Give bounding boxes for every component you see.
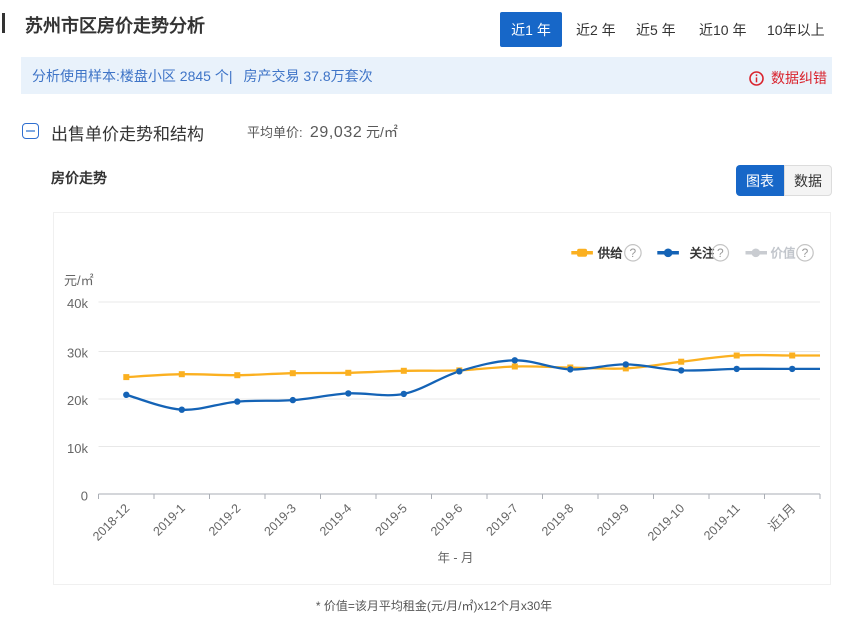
svg-text:?: ? <box>630 246 637 260</box>
svg-text:40k: 40k <box>67 296 88 311</box>
svg-text:供给: 供给 <box>597 245 624 260</box>
svg-text:30k: 30k <box>67 346 88 361</box>
svg-text:元/㎡: 元/㎡ <box>64 273 94 288</box>
svg-text:2019-7: 2019-7 <box>483 501 520 538</box>
svg-text:近1月: 近1月 <box>766 501 798 533</box>
svg-text:2019-8: 2019-8 <box>539 501 576 538</box>
svg-text:2019-11: 2019-11 <box>701 501 743 543</box>
svg-text:2019-9: 2019-9 <box>594 501 631 538</box>
svg-text:20k: 20k <box>67 393 88 408</box>
svg-text:0: 0 <box>81 488 88 503</box>
svg-text:2018-12: 2018-12 <box>90 501 132 543</box>
svg-text:2019-5: 2019-5 <box>372 501 409 538</box>
svg-text:2019-3: 2019-3 <box>261 501 298 538</box>
svg-text:年 - 月: 年 - 月 <box>437 551 473 565</box>
svg-text:10k: 10k <box>67 441 88 456</box>
svg-text:2019-2: 2019-2 <box>206 501 243 538</box>
svg-text:?: ? <box>717 246 724 260</box>
svg-text:价值: 价值 <box>771 245 797 260</box>
svg-text:关注: 关注 <box>690 245 716 260</box>
svg-text:2019-1: 2019-1 <box>150 501 187 538</box>
svg-text:?: ? <box>802 246 809 260</box>
svg-text:2019-4: 2019-4 <box>317 501 354 538</box>
svg-text:2019-6: 2019-6 <box>428 501 465 538</box>
svg-text:2019-10: 2019-10 <box>645 501 687 543</box>
